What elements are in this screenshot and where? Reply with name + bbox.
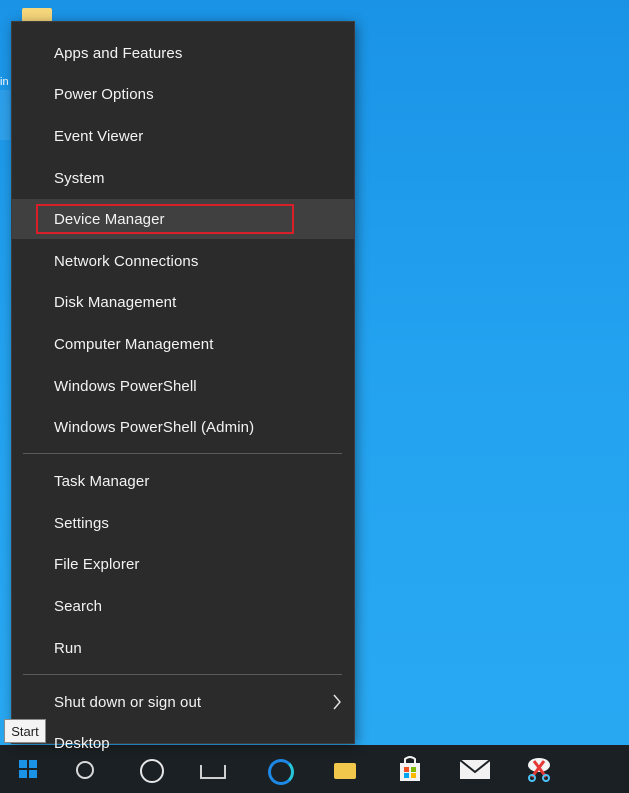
menu-item-label: Device Manager [54,210,165,228]
menu-item-label: Settings [54,514,109,532]
menu-item-power-options[interactable]: Power Options [12,74,354,114]
menu-item-label: Power Options [54,85,154,103]
menu-item-computer-management[interactable]: Computer Management [12,324,354,364]
menu-item-label: Apps and Features [54,44,183,62]
menu-item-label: Event Viewer [54,127,144,145]
menu-item-system[interactable]: System [12,158,354,198]
menu-item-file-explorer[interactable]: File Explorer [12,544,354,584]
desktop-edge-label: in [0,76,9,88]
menu-item-network-connections[interactable]: Network Connections [12,241,354,281]
task-view-icon[interactable] [200,765,226,779]
mail-icon[interactable] [458,755,492,783]
menu-item-label: Windows PowerShell (Admin) [54,418,255,436]
menu-item-label: File Explorer [54,555,140,573]
menu-item-label: Shut down or sign out [54,693,202,711]
menu-item-label: System [54,169,105,187]
snip-sketch-icon[interactable] [522,753,556,785]
menu-item-settings[interactable]: Settings [12,503,354,543]
chevron-right-icon [333,694,341,710]
menu-separator [23,674,342,675]
menu-item-label: Computer Management [54,335,214,353]
menu-item-run[interactable]: Run [12,628,354,668]
menu-item-label: Disk Management [54,293,177,311]
menu-item-device-manager[interactable]: Device Manager [12,199,354,239]
menu-item-apps-and-features[interactable]: Apps and Features [12,33,354,73]
menu-item-label: Windows PowerShell [54,377,197,395]
menu-item-label: Run [54,639,82,657]
menu-item-event-viewer[interactable]: Event Viewer [12,116,354,156]
menu-item-windows-powershell-admin[interactable]: Windows PowerShell (Admin) [12,407,354,447]
menu-item-label: Task Manager [54,472,150,490]
power-user-menu: Apps and Features Power Options Event Vi… [12,22,354,752]
menu-item-shut-down-or-sign-out[interactable]: Shut down or sign out [12,682,354,722]
menu-item-search[interactable]: Search [12,586,354,626]
menu-item-label: Network Connections [54,252,199,270]
menu-item-disk-management[interactable]: Disk Management [12,282,354,322]
menu-item-windows-powershell[interactable]: Windows PowerShell [12,366,354,406]
menu-item-label: Search [54,597,103,615]
start-tooltip: Start [4,719,46,743]
file-explorer-icon[interactable] [334,763,356,779]
menu-item-task-manager[interactable]: Task Manager [12,461,354,501]
desktop-edge-strip [0,90,10,140]
store-icon[interactable] [394,753,426,785]
search-icon[interactable] [76,761,94,779]
menu-separator [23,453,342,454]
menu-item-desktop[interactable]: Desktop [12,723,354,763]
menu-item-label: Desktop [54,734,110,752]
